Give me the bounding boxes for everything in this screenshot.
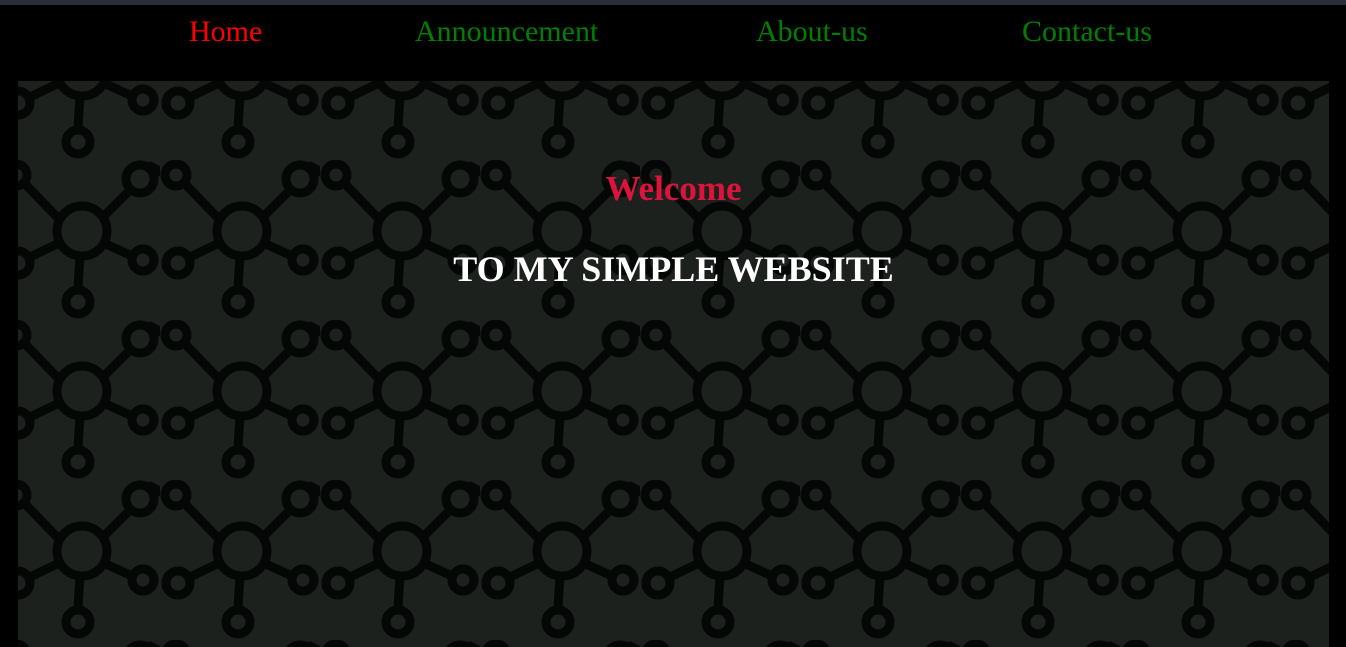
hero-section: Welcome TO MY SIMPLE WEBSITE — [18, 81, 1329, 647]
molecule-pattern-background — [18, 81, 1329, 647]
welcome-heading: Welcome — [605, 169, 742, 208]
nav-link-announcement[interactable]: Announcement — [415, 15, 598, 49]
top-navigation: Home Announcement About-us Contact-us — [0, 5, 1346, 81]
nav-link-about-us[interactable]: About-us — [756, 15, 868, 49]
nav-link-home[interactable]: Home — [189, 15, 262, 49]
hero-subtitle: TO MY SIMPLE WEBSITE — [453, 249, 894, 289]
nav-link-contact-us[interactable]: Contact-us — [1022, 15, 1152, 49]
